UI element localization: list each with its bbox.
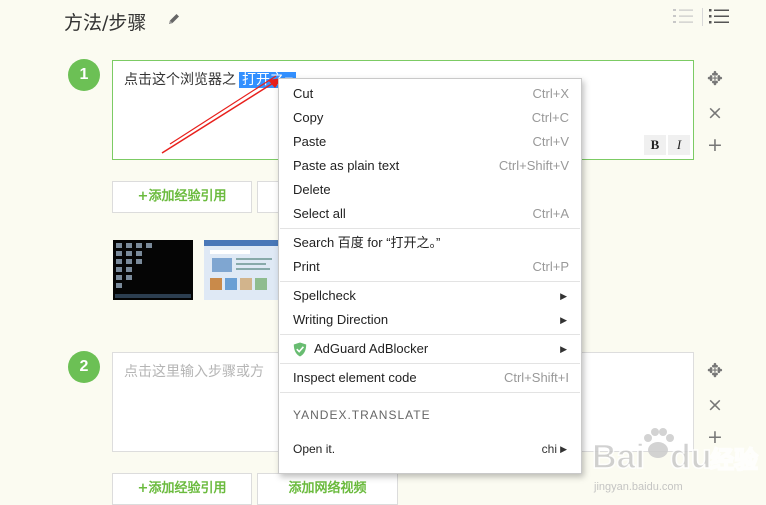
watermark-cn: 经验 bbox=[710, 446, 758, 474]
pencil-edit-icon[interactable] bbox=[167, 12, 181, 26]
add-video-button-2[interactable]: 添加网络视频 bbox=[257, 473, 398, 505]
menu-separator bbox=[280, 363, 580, 364]
step-number-badge-2: 2 bbox=[68, 351, 100, 383]
menu-item-inspect[interactable]: Inspect element code Ctrl+Shift+I bbox=[279, 366, 581, 390]
submenu-arrow-icon: ▶ bbox=[560, 344, 567, 354]
bold-button[interactable]: B bbox=[644, 135, 666, 155]
baidu-jingyan-watermark: Bai du 经验 jingyan.baidu.com bbox=[591, 428, 759, 493]
translate-section-header: YANDEX.TRANSLATE bbox=[293, 408, 431, 422]
menu-item-select-all[interactable]: Select all Ctrl+A bbox=[279, 202, 581, 226]
watermark-brand: Bai bbox=[592, 438, 645, 476]
menu-separator bbox=[280, 228, 580, 229]
menu-item-adguard[interactable]: AdGuard AdBlocker ▶ bbox=[279, 337, 581, 361]
menu-item-writing-direction[interactable]: Writing Direction ▶ bbox=[279, 308, 581, 332]
menu-item-inspect-shortcut: Ctrl+Shift+I bbox=[503, 370, 569, 385]
menu-item-open-it[interactable]: Open it. chi ▶ bbox=[279, 437, 581, 461]
menu-item-select-all-shortcut: Ctrl+A bbox=[532, 206, 569, 221]
menu-item-cut-shortcut: Ctrl+X bbox=[532, 86, 569, 101]
menu-item-delete[interactable]: Delete bbox=[279, 178, 581, 202]
header-divider bbox=[702, 8, 703, 26]
add-reference-button-1[interactable]: +添加经验引用 bbox=[112, 181, 252, 213]
menu-item-print[interactable]: Print Ctrl+P bbox=[279, 255, 581, 279]
shield-check-icon bbox=[293, 342, 307, 357]
menu-item-delete-label: Delete bbox=[293, 182, 331, 197]
menu-item-paste-plain[interactable]: Paste as plain text Ctrl+Shift+V bbox=[279, 154, 581, 178]
menu-separator bbox=[280, 334, 580, 335]
context-menu[interactable]: Cut Ctrl+X Copy Ctrl+C Paste Ctrl+V Past… bbox=[278, 78, 582, 474]
menu-item-cut-label: Cut bbox=[293, 86, 314, 101]
menu-item-paste-shortcut: Ctrl+V bbox=[532, 134, 569, 149]
menu-item-paste-plain-label: Paste as plain text bbox=[293, 158, 400, 173]
watermark-url: jingyan.baidu.com bbox=[593, 481, 683, 493]
menu-item-search-label: Search 百度 for “打开之。” bbox=[293, 235, 441, 250]
submenu-arrow-icon: ▶ bbox=[560, 291, 567, 301]
add-icon[interactable]: + bbox=[705, 135, 725, 155]
menu-item-writing-direction-label: Writing Direction bbox=[293, 312, 389, 327]
list-icon[interactable] bbox=[709, 8, 729, 24]
step-2-editor[interactable]: 点击这里输入步骤或方 bbox=[112, 352, 292, 452]
watermark-brand-2: du bbox=[670, 438, 712, 476]
menu-item-select-all-label: Select all bbox=[293, 206, 346, 221]
menu-item-inspect-label: Inspect element code bbox=[293, 370, 417, 385]
menu-item-spellcheck[interactable]: Spellcheck ▶ bbox=[279, 284, 581, 308]
thumbnail-desktop-image[interactable] bbox=[113, 240, 193, 300]
submenu-arrow-icon: ▶ bbox=[560, 444, 567, 454]
menu-separator bbox=[280, 281, 580, 282]
submenu-arrow-icon: ▶ bbox=[560, 315, 567, 325]
menu-item-spellcheck-label: Spellcheck bbox=[293, 288, 356, 303]
menu-item-print-shortcut: Ctrl+P bbox=[532, 259, 569, 274]
menu-item-copy-label: Copy bbox=[293, 110, 324, 125]
menu-item-paste[interactable]: Paste Ctrl+V bbox=[279, 130, 581, 154]
menu-item-copy-shortcut: Ctrl+C bbox=[531, 110, 569, 125]
menu-item-paste-label: Paste bbox=[293, 134, 327, 149]
step-2-placeholder: 点击这里输入步骤或方 bbox=[124, 364, 264, 380]
menu-item-adguard-label: AdGuard AdBlocker bbox=[314, 341, 429, 356]
menu-item-cut[interactable]: Cut Ctrl+X bbox=[279, 82, 581, 106]
menu-item-paste-plain-shortcut: Ctrl+Shift+V bbox=[498, 158, 569, 173]
close-icon[interactable]: × bbox=[705, 103, 725, 123]
step-1-text[interactable]: 点击这个浏览器之打开之▼ bbox=[124, 69, 296, 89]
menu-separator bbox=[280, 392, 580, 393]
thumbnail-browser-image[interactable] bbox=[204, 240, 278, 300]
menu-item-copy[interactable]: Copy Ctrl+C bbox=[279, 106, 581, 130]
step-1-plain-text: 点击这个浏览器之 bbox=[124, 72, 236, 88]
translate-language-value[interactable]: chi bbox=[542, 437, 557, 461]
numbered-list-icon[interactable] bbox=[673, 8, 693, 24]
move-icon-2[interactable]: ✥ bbox=[705, 361, 725, 381]
menu-item-print-label: Print bbox=[293, 259, 320, 274]
menu-item-search[interactable]: Search 百度 for “打开之。” bbox=[279, 231, 581, 255]
step-number-badge-1: 1 bbox=[68, 59, 100, 91]
close-icon-2[interactable]: × bbox=[705, 395, 725, 415]
open-it-label: Open it. bbox=[293, 442, 336, 456]
italic-button[interactable]: I bbox=[668, 135, 690, 155]
page-title: 方法/步骤 bbox=[64, 12, 147, 34]
move-icon[interactable]: ✥ bbox=[705, 69, 725, 89]
add-reference-button-2[interactable]: +添加经验引用 bbox=[112, 473, 252, 505]
